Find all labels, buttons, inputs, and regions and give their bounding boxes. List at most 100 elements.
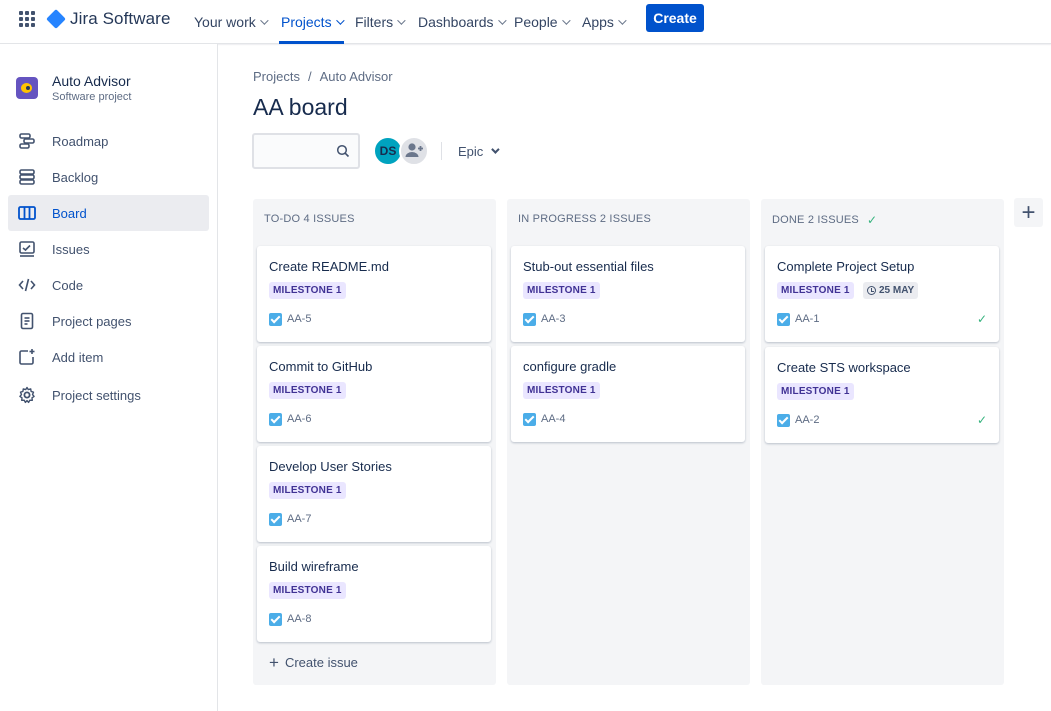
plus-icon: + [1021, 198, 1036, 226]
chevron-down-icon [561, 16, 571, 25]
board-column-todo: TO-DO 4 ISSUES Create README.md MILESTON… [253, 199, 496, 685]
breadcrumb: Projects / Auto Advisor [253, 69, 393, 84]
issue-key: AA-5 [287, 313, 312, 325]
sidebar-item-board[interactable]: Board [8, 195, 209, 231]
board-icon [18, 204, 36, 222]
issue-card[interactable]: Build wireframe MILESTONE 1 AA-8 [257, 546, 491, 642]
issue-key: AA-4 [541, 413, 566, 425]
checkmark-icon: ✓ [976, 312, 987, 326]
sidebar-item-label: Code [52, 277, 84, 293]
task-type-icon [269, 613, 282, 626]
epic-badge: MILESTONE 1 [777, 383, 854, 400]
issue-key: AA-1 [795, 313, 820, 325]
nav-label: Your work [194, 14, 256, 30]
top-navigation: Jira Software Your work Projects Filters… [0, 0, 1051, 44]
epic-badge: MILESTONE 1 [269, 382, 346, 399]
chevron-down-icon [397, 16, 406, 25]
sidebar-item-code[interactable]: Code [8, 267, 209, 303]
nav-people[interactable]: People [514, 0, 571, 44]
card-title: Build wireframe [269, 559, 359, 574]
code-icon [18, 276, 36, 294]
add-people-button[interactable] [399, 136, 429, 166]
card-title: Create README.md [269, 259, 389, 274]
issue-card[interactable]: Create README.md MILESTONE 1 AA-5 [257, 246, 491, 342]
nav-label: Dashboards [418, 14, 494, 30]
due-date: 25 MAY [879, 285, 915, 296]
task-type-icon [269, 513, 282, 526]
sidebar-item-roadmap[interactable]: Roadmap [8, 123, 209, 159]
board-search[interactable] [252, 133, 360, 169]
epic-badge: MILESTONE 1 [523, 282, 600, 299]
sidebar-item-label: Add item [52, 349, 104, 365]
logo-text: Jira Software [70, 9, 171, 28]
epic-badge: MILESTONE 1 [777, 282, 854, 299]
card-title: Complete Project Setup [777, 259, 915, 274]
project-type: Software project [52, 91, 132, 103]
column-title: DONE 2 ISSUES [772, 214, 859, 226]
nav-label: Filters [355, 14, 394, 30]
board-column-done: DONE 2 ISSUES ✓ Complete Project Setup M… [761, 199, 1004, 685]
chevron-down-icon [618, 16, 627, 25]
chevron-down-icon [259, 16, 269, 25]
nav-your-work[interactable]: Your work [194, 0, 269, 44]
jira-logo[interactable]: Jira Software [46, 9, 171, 29]
nav-filters[interactable]: Filters [355, 0, 406, 44]
issue-key: AA-2 [795, 414, 820, 426]
epic-badge: MILESTONE 1 [269, 582, 346, 599]
task-type-icon [523, 313, 536, 326]
column-title: TO-DO 4 ISSUES [264, 213, 355, 225]
issue-card[interactable]: Stub-out essential files MILESTONE 1 AA-… [511, 246, 745, 342]
backlog-icon [18, 168, 36, 186]
sidebar-item-label: Backlog [52, 169, 99, 185]
sidebar-item-project-settings[interactable]: Project settings [8, 377, 209, 413]
issue-card[interactable]: Develop User Stories MILESTONE 1 AA-7 [257, 446, 491, 542]
nav-label: Apps [582, 14, 614, 30]
issue-card[interactable]: configure gradle MILESTONE 1 AA-4 [511, 346, 745, 442]
chevron-down-icon [491, 145, 500, 154]
nav-projects[interactable]: Projects [279, 0, 345, 44]
plus-icon: + [269, 653, 279, 672]
roadmap-icon [18, 132, 36, 150]
card-title: Commit to GitHub [269, 359, 373, 374]
add-person-icon [405, 143, 423, 157]
sidebar-item-label: Project settings [52, 387, 141, 403]
issue-card[interactable]: Commit to GitHub MILESTONE 1 AA-6 [257, 346, 491, 442]
epic-filter-dropdown[interactable]: Epic [450, 136, 505, 166]
gear-icon [18, 386, 36, 404]
sidebar-item-backlog[interactable]: Backlog [8, 159, 209, 195]
create-issue-button[interactable]: + Create issue [269, 654, 358, 671]
issue-card[interactable]: Create STS workspace MILESTONE 1 AA-2 ✓ [765, 347, 999, 443]
task-type-icon [523, 413, 536, 426]
sidebar-item-label: Project pages [52, 313, 132, 329]
due-date-badge: 25 MAY [863, 282, 919, 299]
issue-key: AA-7 [287, 513, 312, 525]
page-title: AA board [253, 94, 348, 120]
checkmark-icon: ✓ [866, 213, 878, 227]
card-title: Develop User Stories [269, 459, 392, 474]
breadcrumb-auto-advisor[interactable]: Auto Advisor [320, 69, 393, 84]
column-header: DONE 2 ISSUES ✓ [772, 213, 877, 227]
task-type-icon [777, 313, 790, 326]
breadcrumb-projects[interactable]: Projects [253, 69, 300, 84]
breadcrumb-separator: / [307, 69, 312, 84]
issues-icon [18, 240, 36, 258]
sidebar-item-issues[interactable]: Issues [8, 231, 209, 267]
sidebar-item-project-pages[interactable]: Project pages [8, 303, 209, 339]
sidebar-item-add-item[interactable]: Add item [8, 339, 209, 375]
search-input[interactable] [254, 135, 334, 167]
nav-dashboards[interactable]: Dashboards [418, 0, 507, 44]
sidebar-item-label: Roadmap [52, 133, 109, 149]
project-avatar [16, 77, 38, 99]
task-type-icon [777, 414, 790, 427]
issue-card[interactable]: Complete Project Setup MILESTONE 1 25 MA… [765, 246, 999, 342]
issue-key: AA-6 [287, 413, 312, 425]
column-title: IN PROGRESS 2 ISSUES [518, 213, 651, 225]
column-header: TO-DO 4 ISSUES [264, 213, 355, 225]
chevron-down-icon [497, 16, 507, 25]
app-switcher-icon[interactable] [19, 11, 35, 27]
card-title: Stub-out essential files [523, 259, 654, 274]
nav-apps[interactable]: Apps [582, 0, 627, 44]
create-button[interactable]: Create [646, 4, 704, 32]
toolbar-divider [441, 142, 442, 160]
add-column-button[interactable]: + [1014, 198, 1043, 227]
